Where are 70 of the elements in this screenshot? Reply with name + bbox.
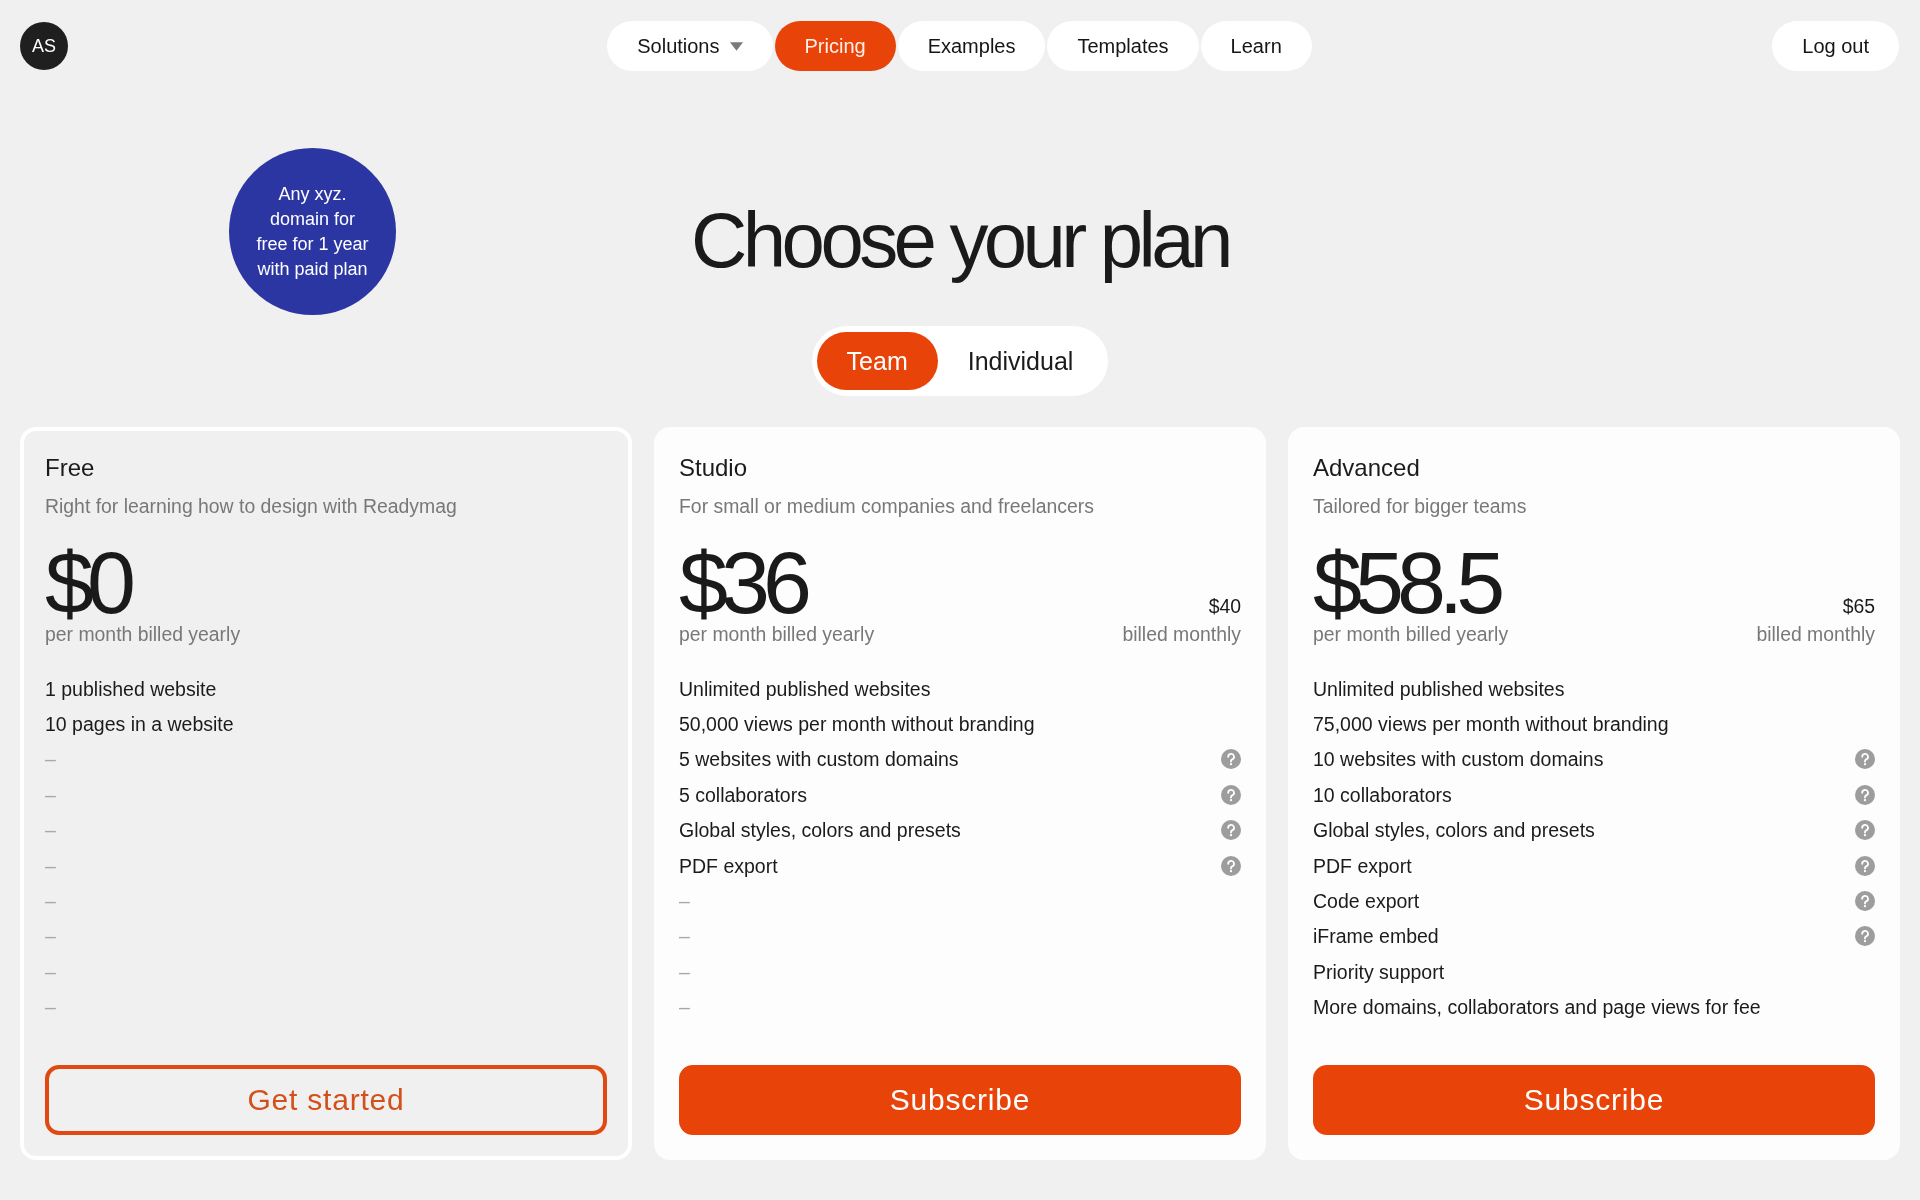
action-button[interactable]: Subscribe [679,1065,1241,1135]
nav-tab[interactable]: Learn [1200,21,1312,71]
missing-feature-dash: – [679,924,690,949]
plan-name: Advanced [1313,454,1421,482]
help-icon[interactable] [1221,784,1241,805]
missing-feature-dash: – [679,995,690,1020]
price-note: per month billed yearly [45,622,241,646]
nav-tab[interactable]: Pricing [774,21,896,71]
nav-tab[interactable]: Templates [1047,21,1199,71]
missing-feature-dash: – [45,818,56,843]
help-icon[interactable] [1855,820,1875,841]
logout-button[interactable]: Log out [1772,21,1899,71]
price-note: per month billed yearly [679,622,875,646]
missing-feature-dash: – [45,782,56,807]
feature-item: 50,000 views per month without branding [679,712,1035,737]
feature-item: PDF export [1313,853,1412,878]
plan-price: $36 [679,544,806,622]
monthly-note: billed monthly [1756,622,1875,646]
feature-item: 5 websites with custom domains [679,747,959,772]
missing-feature-dash: – [45,747,56,772]
help-icon[interactable] [1855,784,1875,805]
user-avatar[interactable]: AS [20,22,68,70]
missing-feature-dash: – [45,995,56,1020]
help-icon[interactable] [1855,749,1875,770]
monthly-note: billed monthly [1122,622,1241,646]
toggle-option[interactable]: Individual [937,332,1104,390]
feature-item: 10 pages in a website [45,712,234,737]
price-note: per month billed yearly [1313,622,1509,646]
page-title: Choose your plan [691,195,1229,285]
plan-name: Free [45,454,96,482]
feature-item: Code export [1313,889,1420,914]
help-icon[interactable] [1855,855,1875,876]
help-icon[interactable] [1221,820,1241,841]
feature-item: Unlimited published websites [679,676,931,701]
help-icon[interactable] [1221,749,1241,770]
monthly-price: $65 [1841,594,1875,618]
feature-item: Global styles, colors and presets [1313,818,1595,843]
feature-item: 10 collaborators [1313,782,1452,807]
toggle-option[interactable]: Team [816,332,938,390]
missing-feature-dash: – [45,924,56,949]
feature-item: Priority support [1313,959,1445,984]
plan-price: $0 [45,544,130,622]
feature-item: 10 websites with custom domains [1313,747,1604,772]
action-button[interactable]: Subscribe [1313,1065,1875,1135]
feature-item: 1 published website [45,676,217,701]
feature-item: PDF export [679,853,778,878]
plan-name: Studio [679,454,749,482]
missing-feature-dash: – [679,959,690,984]
feature-item: More domains, collaborators and page views for fee [1313,995,1761,1020]
missing-feature-dash: – [45,853,56,878]
plan-description: For small or medium companies and freelancers [679,494,1095,518]
feature-item: Unlimited published websites [1313,676,1565,701]
plan-description: Tailored for bigger teams [1313,494,1528,518]
feature-item: Global styles, colors and presets [679,818,961,843]
nav-tab[interactable]: Solutions [607,21,773,71]
plan-description: Right for learning how to design with Readymag [45,494,458,518]
action-button[interactable]: Get started [45,1065,607,1135]
help-icon[interactable] [1855,891,1875,912]
promo-badge: Any xyz. domain for free for 1 year with paid plan [229,148,396,315]
missing-feature-dash: – [45,889,56,914]
help-icon[interactable] [1221,855,1241,876]
feature-item: iFrame embed [1313,924,1439,949]
feature-item: 5 collaborators [679,782,807,807]
missing-feature-dash: – [45,959,56,984]
missing-feature-dash: – [679,889,690,914]
monthly-price: $40 [1207,594,1241,618]
help-icon[interactable] [1855,926,1875,947]
nav-tab[interactable]: Examples [897,21,1046,71]
plan-price: $58.5 [1313,544,1499,622]
feature-item: 75,000 views per month without branding [1313,712,1669,737]
